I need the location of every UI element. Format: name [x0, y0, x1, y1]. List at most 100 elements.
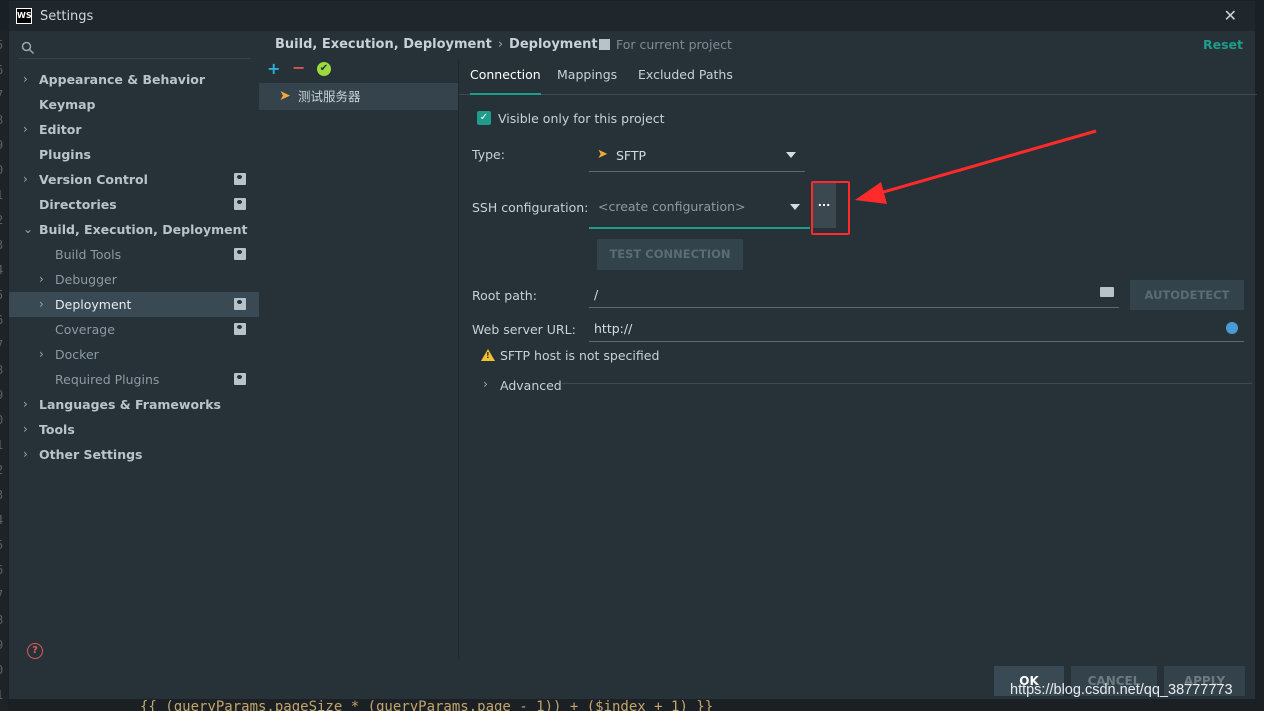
chevron-right-icon[interactable]: › [23, 442, 28, 467]
tab-connection[interactable]: Connection [470, 63, 541, 95]
sidebar-item-label: Version Control [39, 172, 148, 187]
gutter-line-number: 0 [0, 413, 3, 427]
root-path-input[interactable]: / [589, 282, 1119, 308]
project-scope-icon [234, 198, 246, 210]
server-list-item[interactable]: ➤ 测试服务器 [259, 83, 458, 110]
type-select[interactable]: ➤ SFTP [589, 139, 805, 172]
annotation-arrow [855, 129, 1097, 204]
sidebar-item-debugger[interactable]: › Debugger [9, 267, 259, 292]
sidebar-item-tools[interactable]: › Tools [9, 417, 259, 442]
sidebar-item-appearance-behavior[interactable]: › Appearance & Behavior [9, 67, 259, 92]
sidebar-item-keymap[interactable]: Keymap [9, 92, 259, 117]
panel-divider [458, 59, 459, 659]
sidebar-item-deployment[interactable]: › Deployment [9, 292, 259, 317]
sidebar-item-label: Editor [39, 122, 82, 137]
visible-only-checkbox[interactable]: ✓ [477, 111, 491, 125]
watermark: https://blog.csdn.net/qq_38777773 [1010, 682, 1233, 698]
project-scope-icon [234, 373, 246, 385]
sidebar-item-label: Languages & Frameworks [39, 397, 221, 412]
web-server-url-value: http:// [594, 321, 633, 336]
gutter-line-number: 6 [0, 313, 3, 327]
advanced-section-toggle[interactable]: Advanced [500, 378, 562, 393]
chevron-right-icon[interactable]: › [39, 342, 44, 367]
sidebar-item-languages-frameworks[interactable]: › Languages & Frameworks [9, 392, 259, 417]
sidebar-item-other-settings[interactable]: › Other Settings [9, 442, 259, 467]
gutter-line-number: 9 [0, 638, 3, 652]
gutter-line-number: 0 [0, 163, 3, 177]
tab-mappings[interactable]: Mappings [557, 63, 617, 95]
add-icon[interactable]: + [267, 59, 280, 78]
help-icon[interactable]: ? [27, 643, 43, 659]
gutter-line-number: 3 [0, 488, 3, 502]
sidebar-item-directories[interactable]: Directories [9, 192, 259, 217]
chevron-down-icon[interactable]: ⌄ [23, 217, 33, 242]
close-icon[interactable]: ✕ [1224, 6, 1237, 25]
globe-icon[interactable] [1226, 322, 1238, 334]
project-scope-icon [234, 248, 246, 260]
chevron-right-icon[interactable]: › [39, 292, 44, 317]
background-code-line: {{ (queryParams.pageSize * (queryParams.… [140, 699, 714, 711]
set-default-icon[interactable]: ✔ [317, 62, 331, 76]
sidebar-item-editor[interactable]: › Editor [9, 117, 259, 142]
web-server-url-label: Web server URL: [472, 322, 576, 337]
gutter-line-number: 7 [0, 88, 3, 102]
chevron-down-icon [786, 152, 796, 158]
chevron-right-icon[interactable]: › [23, 392, 28, 417]
search-input[interactable] [19, 39, 251, 59]
scope-label: For current project [599, 37, 732, 52]
annotation-highlight-box [811, 181, 850, 235]
scope-text: For current project [616, 37, 732, 52]
sidebar-item-version-control[interactable]: › Version Control [9, 167, 259, 192]
server-name: 测试服务器 [298, 89, 361, 104]
warning-icon: ! [481, 349, 495, 361]
sidebar-item-label: Appearance & Behavior [39, 72, 205, 87]
gutter-line-number: 7 [0, 338, 3, 352]
sidebar-item-docker[interactable]: › Docker [9, 342, 259, 367]
chevron-down-icon [790, 204, 800, 210]
sidebar-item-label: Deployment [55, 297, 132, 312]
chevron-right-icon[interactable]: › [39, 267, 44, 292]
sidebar-item-coverage[interactable]: Coverage [9, 317, 259, 342]
sidebar-item-label: Build, Execution, Deployment [39, 222, 248, 237]
gutter-line-number: 1 [0, 688, 3, 702]
tab-excluded-paths[interactable]: Excluded Paths [638, 63, 733, 95]
sidebar-item-label: Tools [39, 422, 75, 437]
sidebar-item-build-tools[interactable]: Build Tools [9, 242, 259, 267]
gutter-line-number: 0 [0, 663, 3, 677]
root-path-label: Root path: [472, 288, 537, 303]
web-server-url-input[interactable]: http:// [589, 316, 1244, 342]
sidebar-item-plugins[interactable]: Plugins [9, 142, 259, 167]
autodetect-button[interactable]: AUTODETECT [1130, 280, 1244, 310]
sidebar-item-required-plugins[interactable]: Required Plugins [9, 367, 259, 392]
gutter-line-number: 7 [0, 588, 3, 602]
search-icon [21, 41, 35, 55]
sidebar-item-label: Required Plugins [55, 372, 160, 387]
sidebar-item-label: Plugins [39, 147, 91, 162]
gutter-line-number: 9 [0, 388, 3, 402]
chevron-right-icon[interactable]: › [483, 376, 488, 391]
chevron-right-icon[interactable]: › [23, 417, 28, 442]
chevron-right-icon[interactable]: › [23, 117, 28, 142]
sidebar-item-build-execution-deployment[interactable]: ⌄ Build, Execution, Deployment [9, 217, 259, 242]
sidebar-item-label: Coverage [55, 322, 115, 337]
project-scope-icon [234, 173, 246, 185]
sidebar-item-label: Keymap [39, 97, 96, 112]
ssh-config-label: SSH configuration: [472, 200, 589, 215]
chevron-right-icon[interactable]: › [23, 167, 28, 192]
tab-bar: Connection Mappings Excluded Paths [459, 63, 1257, 95]
gutter-line-number: 8 [0, 113, 3, 127]
chevron-right-icon[interactable]: › [23, 67, 28, 92]
gutter-line-number: 8 [0, 363, 3, 377]
gutter-line-number: 9 [0, 138, 3, 152]
type-label: Type: [472, 147, 505, 162]
gutter-line-number: 1 [0, 438, 3, 452]
test-connection-button[interactable]: TEST CONNECTION [597, 239, 743, 270]
reset-link[interactable]: Reset [1203, 37, 1243, 52]
project-icon [599, 39, 610, 50]
warning-text: SFTP host is not specified [500, 348, 660, 363]
breadcrumb-parent[interactable]: Build, Execution, Deployment [275, 37, 492, 52]
remove-icon[interactable]: − [292, 58, 305, 77]
type-value: SFTP [616, 148, 647, 163]
gutter-line-number: 5 [0, 538, 3, 552]
ssh-config-select[interactable]: <create configuration> [589, 188, 810, 229]
